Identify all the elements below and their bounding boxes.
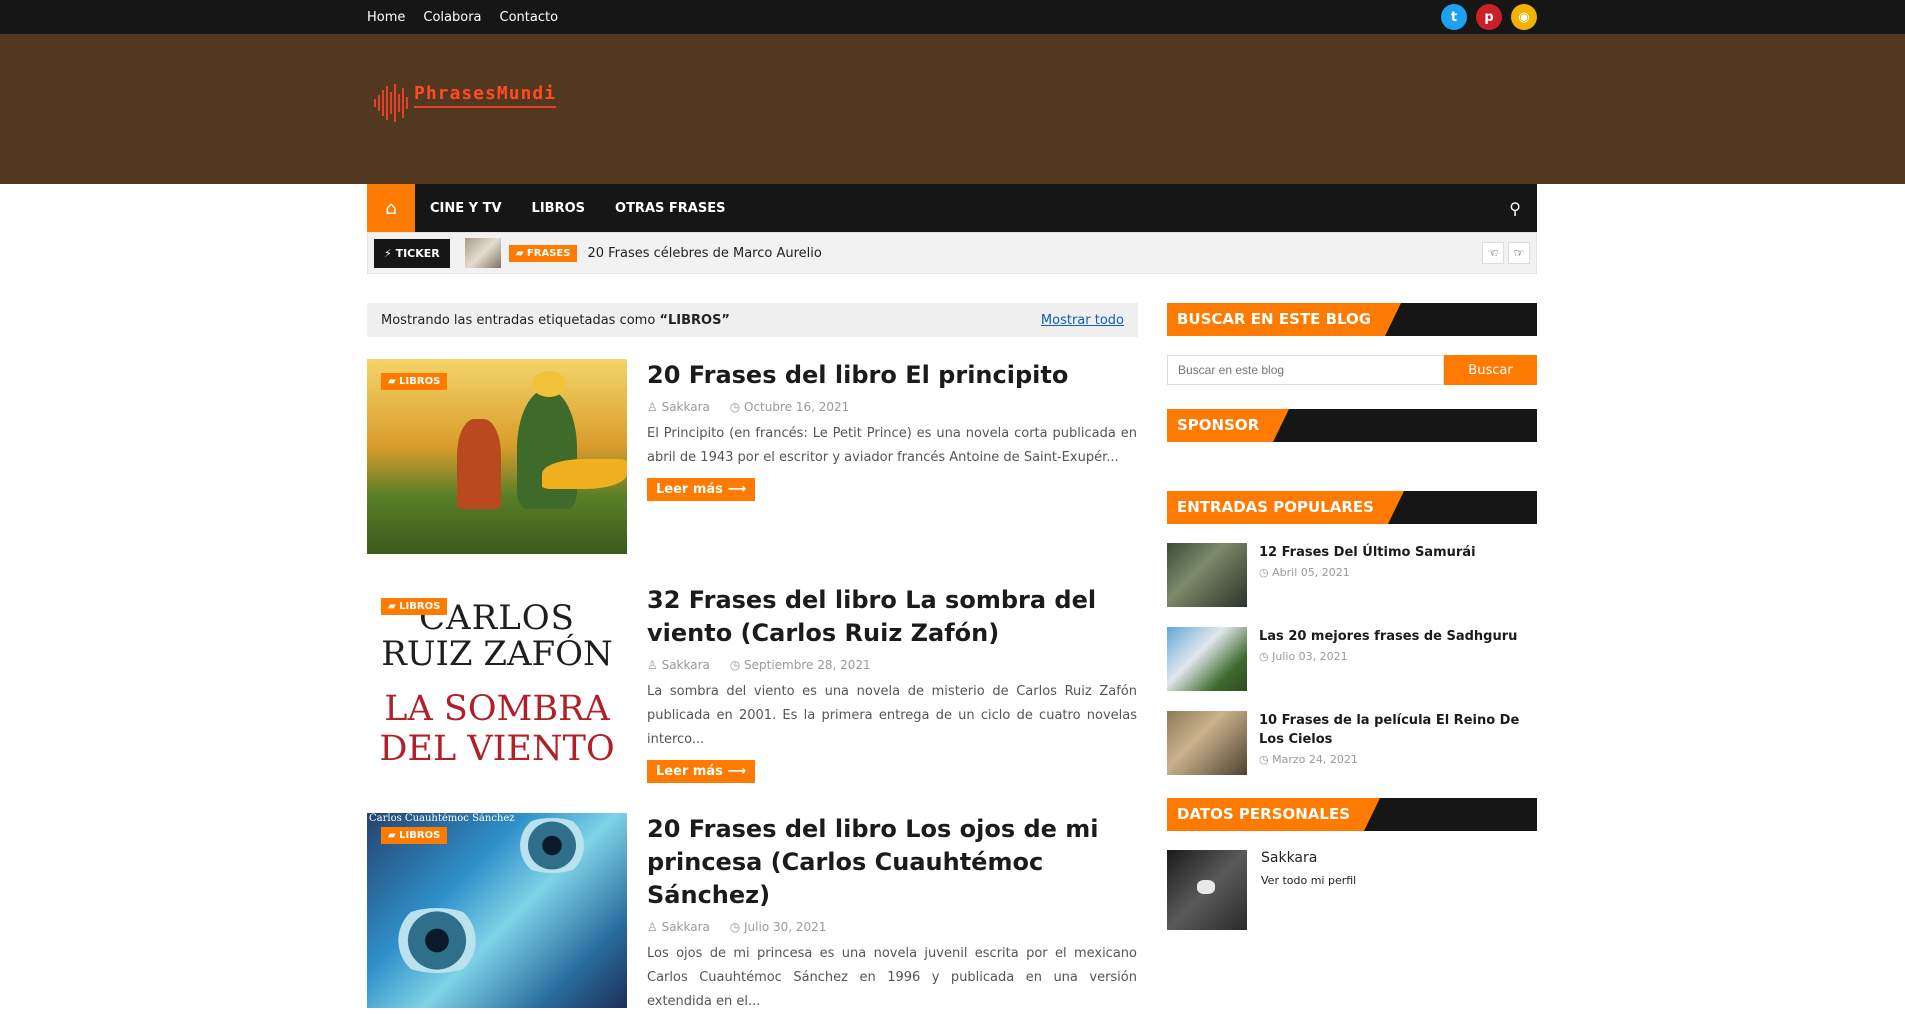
post-category-badge[interactable]: ▰ LIBROS bbox=[381, 373, 448, 390]
popular-post-title[interactable]: 12 Frases Del Último Samurái bbox=[1259, 543, 1476, 562]
post-author[interactable]: ♙ Sakkara bbox=[647, 658, 718, 672]
post-meta: ♙ Sakkara ◷ Octubre 16, 2021 bbox=[647, 400, 1137, 414]
post-title[interactable]: 20 Frases del libro Los ojos de mi princ… bbox=[647, 813, 1137, 912]
popular-post-thumbnail[interactable] bbox=[1167, 711, 1247, 775]
popular-post: 10 Frases de la película El Reino De Los… bbox=[1167, 711, 1537, 775]
post-thumbnail[interactable]: CARLOS RUIZ ZAFÓN LA SOMBRA DEL VIENTO ▰… bbox=[367, 584, 627, 779]
post-thumbnail[interactable]: ▰ LIBROS bbox=[367, 359, 627, 554]
top-link-colabora[interactable]: Colabora bbox=[423, 10, 481, 25]
show-all-link[interactable]: Mostrar todo bbox=[1041, 313, 1124, 328]
popular-post-thumbnail[interactable] bbox=[1167, 543, 1247, 607]
nav-item-libros[interactable]: LIBROS bbox=[532, 201, 585, 216]
post-meta: ♙ Sakkara ◷ Septiembre 28, 2021 bbox=[647, 658, 1137, 672]
popular-post: Las 20 mejores frases de Sadhguru ◷ Juli… bbox=[1167, 627, 1537, 691]
social-icons: t p ◉ bbox=[1441, 4, 1537, 30]
ticker-controls: ☜ ☞ bbox=[1482, 242, 1530, 264]
profile-widget: Sakkara Ver todo mi perfil bbox=[1167, 850, 1537, 930]
post-thumbnail[interactable]: Carlos Cuauhtémoc Sánchez ▰ LIBROS bbox=[367, 813, 627, 1008]
post-item: Carlos Cuauhtémoc Sánchez ▰ LIBROS 20 Fr… bbox=[367, 813, 1138, 1014]
cover-text: LA SOMBRA bbox=[384, 689, 610, 729]
ticker-headline[interactable]: 20 Frases célebres de Marco Aurelio bbox=[587, 246, 821, 261]
sidebar: BUSCAR EN ESTE BLOG Buscar SPONSOR ENTRA… bbox=[1167, 303, 1537, 930]
widget-title-search: BUSCAR EN ESTE BLOG bbox=[1167, 303, 1537, 336]
profile-name[interactable]: Sakkara bbox=[1261, 850, 1356, 866]
logo-text: PhrasesMundi bbox=[414, 83, 557, 108]
post-excerpt: La sombra del viento es una novela de mi… bbox=[647, 684, 1137, 747]
tag-filter-bar: Mostrando las entradas etiquetadas como … bbox=[367, 303, 1138, 337]
post-category-badge[interactable]: ▰ LIBROS bbox=[381, 598, 448, 615]
avatar[interactable] bbox=[1167, 850, 1247, 930]
post-body: 20 Frases del libro Los ojos de mi princ… bbox=[647, 813, 1137, 1014]
twitter-icon[interactable]: t bbox=[1441, 4, 1467, 30]
post-date: ◷ Septiembre 28, 2021 bbox=[729, 658, 871, 672]
post-title[interactable]: 32 Frases del libro La sombra del viento… bbox=[647, 584, 1137, 650]
ticker-next-icon[interactable]: ☞ bbox=[1508, 242, 1530, 264]
search-icon[interactable]: ⚲ bbox=[1509, 199, 1521, 218]
home-icon[interactable]: ⌂ bbox=[367, 184, 415, 232]
site-logo[interactable]: PhrasesMundi bbox=[374, 83, 557, 122]
post-date: ◷ Julio 30, 2021 bbox=[729, 920, 827, 934]
post-body: 20 Frases del libro El principito ♙ Sakk… bbox=[647, 359, 1137, 554]
nav-item-otras-frases[interactable]: OTRAS FRASES bbox=[615, 201, 725, 216]
news-ticker: ⚡ TICKER ▰ FRASES 20 Frases célebres de … bbox=[367, 232, 1537, 274]
popular-post: 12 Frases Del Último Samurái ◷ Abril 05,… bbox=[1167, 543, 1537, 607]
read-more-button[interactable]: Leer más ⟶ bbox=[647, 478, 756, 501]
main-content: Mostrando las entradas etiquetadas como … bbox=[367, 303, 1138, 1014]
read-more-button[interactable]: Leer más ⟶ bbox=[647, 760, 756, 783]
post-item: CARLOS RUIZ ZAFÓN LA SOMBRA DEL VIENTO ▰… bbox=[367, 584, 1138, 783]
popular-post-date: ◷ Abril 05, 2021 bbox=[1259, 566, 1350, 579]
top-links: Home Colabora Contacto bbox=[367, 10, 558, 25]
post-excerpt: Los ojos de mi princesa es una novela ju… bbox=[647, 946, 1137, 1009]
widget-title-profile: DATOS PERSONALES bbox=[1167, 798, 1537, 831]
ticker-category-badge[interactable]: ▰ FRASES bbox=[508, 244, 578, 262]
top-link-home[interactable]: Home bbox=[367, 10, 405, 25]
sound-wave-icon bbox=[374, 84, 408, 122]
profile-link[interactable]: Ver todo mi perfil bbox=[1261, 874, 1356, 887]
post-date: ◷ Octubre 16, 2021 bbox=[729, 400, 850, 414]
blog-search-button[interactable]: Buscar bbox=[1444, 355, 1537, 385]
popular-post-title[interactable]: Las 20 mejores frases de Sadhguru bbox=[1259, 627, 1517, 646]
popular-post-date: ◷ Julio 03, 2021 bbox=[1259, 650, 1348, 663]
post-meta: ♙ Sakkara ◷ Julio 30, 2021 bbox=[647, 920, 1137, 934]
widget-title-popular: ENTRADAS POPULARES bbox=[1167, 491, 1537, 524]
post-author[interactable]: ♙ Sakkara bbox=[647, 920, 718, 934]
cover-author: Carlos Cuauhtémoc Sánchez bbox=[369, 813, 515, 824]
popular-post-title[interactable]: 10 Frases de la película El Reino De Los… bbox=[1259, 711, 1537, 749]
main-nav: ⌂ CINE Y TV LIBROS OTRAS FRASES ⚲ bbox=[367, 184, 1537, 232]
ticker-prev-icon[interactable]: ☜ bbox=[1482, 242, 1504, 264]
post-item: ▰ LIBROS 20 Frases del libro El principi… bbox=[367, 359, 1138, 554]
top-bar: Home Colabora Contacto t p ◉ bbox=[0, 0, 1905, 34]
ticker-label: ⚡ TICKER bbox=[374, 238, 450, 268]
popular-post-thumbnail[interactable] bbox=[1167, 627, 1247, 691]
tag-filter-text: Mostrando las entradas etiquetadas como … bbox=[381, 312, 730, 328]
nav-item-cine-y-tv[interactable]: CINE Y TV bbox=[430, 201, 502, 216]
blog-search-input[interactable] bbox=[1167, 355, 1444, 385]
post-author[interactable]: ♙ Sakkara bbox=[647, 400, 718, 414]
widget-title-sponsor: SPONSOR bbox=[1167, 409, 1537, 442]
blog-search-form: Buscar bbox=[1167, 355, 1537, 385]
cover-text: DEL VIENTO bbox=[379, 729, 615, 769]
cover-text: RUIZ ZAFÓN bbox=[381, 634, 613, 674]
rss-icon[interactable]: ◉ bbox=[1511, 4, 1537, 30]
post-title[interactable]: 20 Frases del libro El principito bbox=[647, 359, 1137, 392]
ticker-thumbnail[interactable] bbox=[464, 238, 501, 268]
pinterest-icon[interactable]: p bbox=[1476, 4, 1502, 30]
popular-post-date: ◷ Marzo 24, 2021 bbox=[1259, 753, 1358, 766]
post-category-badge[interactable]: ▰ LIBROS bbox=[381, 827, 448, 844]
top-link-contacto[interactable]: Contacto bbox=[500, 10, 559, 25]
post-body: 32 Frases del libro La sombra del viento… bbox=[647, 584, 1137, 783]
post-excerpt: El Principito (en francés: Le Petit Prin… bbox=[647, 426, 1137, 465]
site-header: PhrasesMundi bbox=[0, 34, 1905, 184]
